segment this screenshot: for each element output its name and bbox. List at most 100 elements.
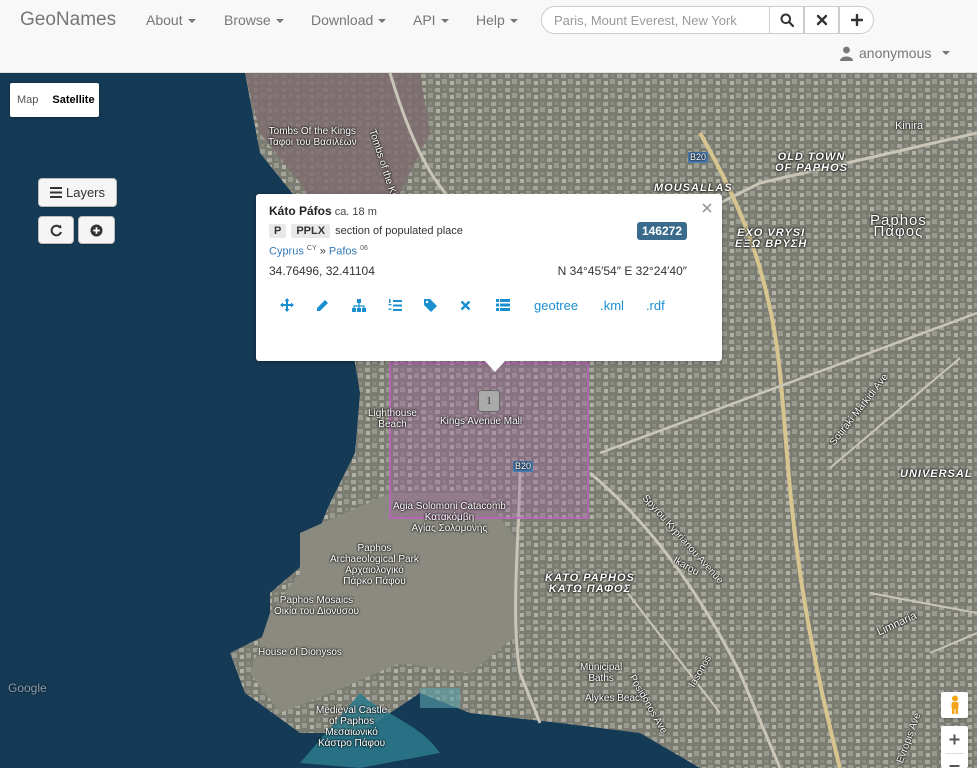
details-list-button[interactable]	[496, 297, 532, 313]
geoname-id-badge[interactable]: 146272	[636, 222, 687, 240]
label-text: B20	[690, 152, 707, 162]
street-view-pegman[interactable]	[941, 692, 968, 718]
rdf-link[interactable]: .rdf	[646, 298, 665, 313]
feature-description: section of populated place	[335, 225, 463, 237]
ordered-list-icon	[388, 298, 402, 311]
map-label-kings-mall: Kings Avenue Mall	[440, 416, 522, 427]
geotree-link[interactable]: geotree	[534, 298, 578, 313]
caret-down-icon	[440, 19, 449, 24]
user-menu[interactable]: anonymous	[840, 45, 951, 61]
map-label-agia: Agia Solomoni Catacomb Κατακόμβη Αγίας Σ…	[393, 501, 506, 534]
google-watermark: Google	[8, 682, 47, 694]
add-button[interactable]	[839, 6, 874, 34]
map-type-control: Map Satellite	[10, 83, 99, 117]
map-label-kato-paphos: KATO PAPHOS ΚΑΤΩ ΠΑΦΟΣ	[545, 573, 635, 595]
map-label-universal: UNIVERSAL	[900, 469, 973, 480]
move-button[interactable]	[280, 297, 316, 313]
search-button[interactable]	[769, 6, 804, 34]
zoom-control	[941, 726, 968, 768]
tag-icon	[424, 298, 437, 312]
menu-help[interactable]: Help	[476, 12, 518, 28]
place-popup: Káto Páfos ca. 18 m 146272 P PPLX section…	[256, 194, 722, 372]
label-text: Lighthouse Beach	[368, 408, 417, 430]
label-text: Paphos Mosaics Οικία του Διονύσου	[274, 595, 359, 617]
th-list-icon	[496, 299, 510, 311]
menu-api[interactable]: API	[413, 12, 449, 28]
search-input[interactable]	[541, 6, 770, 34]
map-label-lighthouse: Lighthouse Beach	[368, 408, 417, 430]
popup-title: Káto Páfos ca. 18 m	[269, 204, 377, 218]
map-label-paphos: Paphos Πάφος	[870, 213, 927, 239]
map-view[interactable]: Tombs Of the Kings Ταφοι του Βασιλέων To…	[0, 73, 977, 768]
edit-button[interactable]	[316, 297, 352, 313]
menu-browse-label: Browse	[224, 12, 271, 28]
label-text: UNIVERSAL	[900, 468, 973, 480]
place-elevation: ca. 18 m	[334, 206, 377, 218]
ordered-list-button[interactable]	[388, 297, 424, 313]
popup-pointer	[484, 360, 506, 372]
cluster-count: 1	[486, 395, 492, 407]
map-label-arch-park: Paphos Archaeological Park Αρχαιολογικό …	[330, 543, 419, 587]
zoom-out-button[interactable]	[941, 754, 968, 768]
menu-help-label: Help	[476, 12, 505, 28]
menu-about-label: About	[146, 12, 183, 28]
plus-circle-icon	[90, 224, 103, 236]
user-icon	[840, 46, 853, 61]
add-circle-button[interactable]	[78, 216, 115, 244]
popup-close-button[interactable]	[702, 200, 712, 218]
navbar: GeoNames About Browse Download API Help …	[0, 0, 977, 73]
country-link[interactable]: Cyprus	[269, 246, 304, 258]
kml-link[interactable]: .kml	[600, 298, 624, 313]
hierarchy-button[interactable]	[352, 297, 388, 313]
delete-button[interactable]	[460, 297, 496, 313]
pencil-icon	[317, 299, 328, 311]
move-icon	[280, 298, 294, 312]
feature-code-label: PPLX	[291, 224, 331, 238]
zoom-in-button[interactable]	[941, 726, 968, 753]
list-icon	[49, 187, 62, 198]
caret-down-icon	[187, 19, 196, 24]
label-text: Municipal Baths	[580, 662, 623, 684]
map-type-satellite-button[interactable]: Satellite	[45, 94, 101, 106]
menu-about[interactable]: About	[146, 12, 196, 28]
label-text: MOUSALLAS	[654, 182, 733, 194]
label-text: EXO VRYSI ΕΞΩ ΒΡΥΣΗ	[735, 227, 808, 250]
label-text: KATO PAPHOS ΚΑΤΩ ΠΑΦΟΣ	[545, 572, 635, 595]
menu-download-label: Download	[311, 12, 374, 28]
map-label-mousallas: MOUSALLAS	[654, 183, 733, 194]
menu-download[interactable]: Download	[311, 12, 387, 28]
label-text: B20	[515, 461, 532, 471]
close-icon	[816, 14, 827, 26]
coords-decimal: 34.76496, 32.41104	[269, 264, 375, 278]
clear-button[interactable]	[804, 6, 839, 34]
close-icon	[460, 300, 471, 310]
label-text: Medieval Castle of Paphos Μεσαιωνικό Κάσ…	[316, 705, 388, 749]
minus-icon	[949, 765, 960, 767]
label-text: Agia Solomoni Catacomb Κατακόμβη Αγίας Σ…	[393, 501, 506, 534]
sitemap-icon	[352, 298, 366, 312]
feature-class-label: P	[269, 224, 287, 238]
map-label-tombs: Tombs Of the Kings Ταφοι του Βασιλέων	[268, 126, 357, 148]
brand-logo[interactable]: GeoNames	[20, 9, 116, 31]
tags-button[interactable]	[424, 297, 460, 313]
label-text: Tombs Of the Kings Ταφοι του Βασιλέων	[268, 126, 357, 148]
map-label-exo-vrysi: EXO VRYSI ΕΞΩ ΒΡΥΣΗ	[735, 228, 807, 250]
label-text: OLD TOWN OF PAPHOS	[775, 151, 848, 174]
caret-down-icon	[275, 19, 284, 24]
map-type-map-button[interactable]: Map	[10, 94, 45, 106]
menu-api-label: API	[413, 12, 436, 28]
menu-browse[interactable]: Browse	[224, 12, 284, 28]
admin1-link[interactable]: Pafos	[329, 246, 357, 258]
caret-down-icon	[378, 19, 387, 24]
refresh-icon	[50, 224, 62, 236]
refresh-button[interactable]	[38, 216, 74, 244]
close-icon	[702, 203, 712, 213]
label-text: Paphos Archaeological Park Αρχαιολογικό …	[330, 543, 419, 587]
popup-actions: geotree .kml .rdf	[280, 297, 687, 313]
map-label-kinira: Kinira	[895, 121, 923, 132]
pegman-icon	[951, 695, 958, 714]
layers-button[interactable]: Layers	[38, 178, 117, 207]
feature-row: P PPLX section of populated place	[269, 224, 463, 238]
map-label-house-dionysos: House of Dionysos	[258, 647, 342, 658]
cluster-marker[interactable]: 1	[478, 390, 500, 412]
